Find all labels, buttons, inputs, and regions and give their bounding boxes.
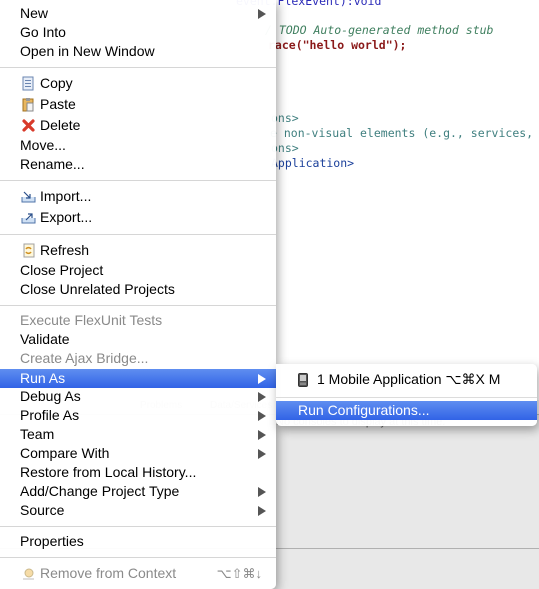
submenu-arrow-icon [258,374,266,384]
menu-item-label: Refresh [40,242,90,258]
menu-item-profile-as[interactable]: Profile As [0,406,276,425]
menu-item-delete[interactable]: Delete [0,116,276,135]
menu-item-label: Rename... [20,156,85,172]
menu-item-label: Source [20,502,65,518]
menu-item-refresh[interactable]: Refresh [0,241,276,260]
menu-item-debug-as[interactable]: Debug As [0,387,276,406]
menu-item-label: Execute FlexUnit Tests [20,312,163,328]
menu-separator [276,397,537,398]
menu-item-add-change-project-type[interactable]: Add/Change Project Type [0,482,276,501]
menu-item-source[interactable]: Source [0,501,276,520]
menu-item-rename[interactable]: Rename... [0,155,276,174]
menu-item-label: Compare With [20,445,110,461]
submenu-arrow-icon [258,449,266,459]
keyboard-shortcut: ⌥⇧⌘↓ [216,566,262,581]
menu-item-label: Profile As [20,407,80,423]
menu-item-close-project[interactable]: Close Project [0,261,276,280]
menu-item-label: Add/Change Project Type [20,483,180,499]
menu-separator [0,557,276,558]
submenu-arrow-icon [258,411,266,421]
menu-item-execute-flexunit-tests: Execute FlexUnit Tests [0,311,276,330]
delete-icon [22,119,35,132]
submenu-arrow-icon [258,430,266,440]
menu-item-copy[interactable]: Copy [0,74,276,93]
code-line: Application> [271,156,355,170]
menu-item-label: Delete [40,117,81,133]
submenu-arrow-icon [258,506,266,516]
submenu-arrow-icon [258,487,266,497]
submenu-arrow-icon [258,392,266,402]
menu-separator [0,67,276,68]
menu-item-label: Paste [40,96,76,112]
menu-item-label: Team [20,426,55,442]
submenu-item-label: 1 Mobile Application ⌥⌘X M [317,371,501,387]
menu-item-move[interactable]: Move... [0,136,276,155]
submenu-item-mobile-application[interactable]: 1 Mobile Application ⌥⌘X M [276,370,537,389]
menu-item-label: Close Unrelated Projects [20,281,175,297]
menu-item-label: Go Into [20,24,66,40]
menu-item-properties[interactable]: Properties [0,532,276,551]
menu-item-label: Open in New Window [20,43,155,59]
menu-item-create-ajax-bridge: Create Ajax Bridge... [0,349,276,368]
menu-item-open-in-new-window[interactable]: Open in New Window [0,42,276,61]
menu-item-run-as[interactable]: Run As [0,369,276,388]
menu-item-label: Properties [20,533,84,549]
menu-item-label: Export... [40,209,93,225]
submenu-item-run-configurations[interactable]: Run Configurations... [276,401,537,420]
menu-item-import[interactable]: Import... [0,187,276,206]
submenu-arrow-icon [258,9,266,19]
menu-item-remove-from-context: Remove from Context ⌥⇧⌘↓ [0,564,276,583]
menu-item-compare-with[interactable]: Compare With [0,444,276,463]
menu-item-label: Close Project [20,262,104,278]
code-line: e non-visual elements (e.g., services, [270,126,534,140]
paste-icon [22,98,34,112]
context-menu: New Go Into Open in New Window Copy Past… [0,0,276,589]
menu-separator [0,526,276,527]
export-icon [21,213,36,224]
submenu-item-label: Run Configurations... [298,402,430,418]
menu-item-label: Remove from Context [40,565,177,581]
menu-separator [0,305,276,306]
menu-item-new[interactable]: New [0,4,276,23]
menu-separator [0,180,276,181]
code-line: race("hello world"); [268,38,407,52]
run-as-submenu: 1 Mobile Application ⌥⌘X M Run Configura… [276,364,537,426]
menu-item-label: New [20,5,49,21]
code-line: / TODO Auto-generated method stub [265,23,494,37]
menu-item-label: Debug As [20,388,81,404]
menu-item-label: Run As [20,370,66,386]
menu-item-restore-from-local-history[interactable]: Restore from Local History... [0,463,276,482]
menu-item-validate[interactable]: Validate [0,330,276,349]
menu-separator [0,234,276,235]
menu-item-label: Copy [40,75,73,91]
mobile-device-icon [298,373,308,387]
import-icon [21,191,36,203]
menu-item-label: Validate [20,331,70,347]
remove-context-icon [23,568,34,580]
menu-item-label: Restore from Local History... [20,464,197,480]
menu-item-close-unrelated-projects[interactable]: Close Unrelated Projects [0,280,276,299]
copy-icon [22,76,34,91]
menu-item-label: Move... [20,137,66,153]
menu-item-paste[interactable]: Paste [0,95,276,114]
menu-item-label: Import... [40,188,92,204]
menu-item-export[interactable]: Export... [0,208,276,227]
menu-item-label: Create Ajax Bridge... [20,350,149,366]
refresh-icon [23,243,35,258]
menu-item-go-into[interactable]: Go Into [0,23,276,42]
menu-item-team[interactable]: Team [0,425,276,444]
